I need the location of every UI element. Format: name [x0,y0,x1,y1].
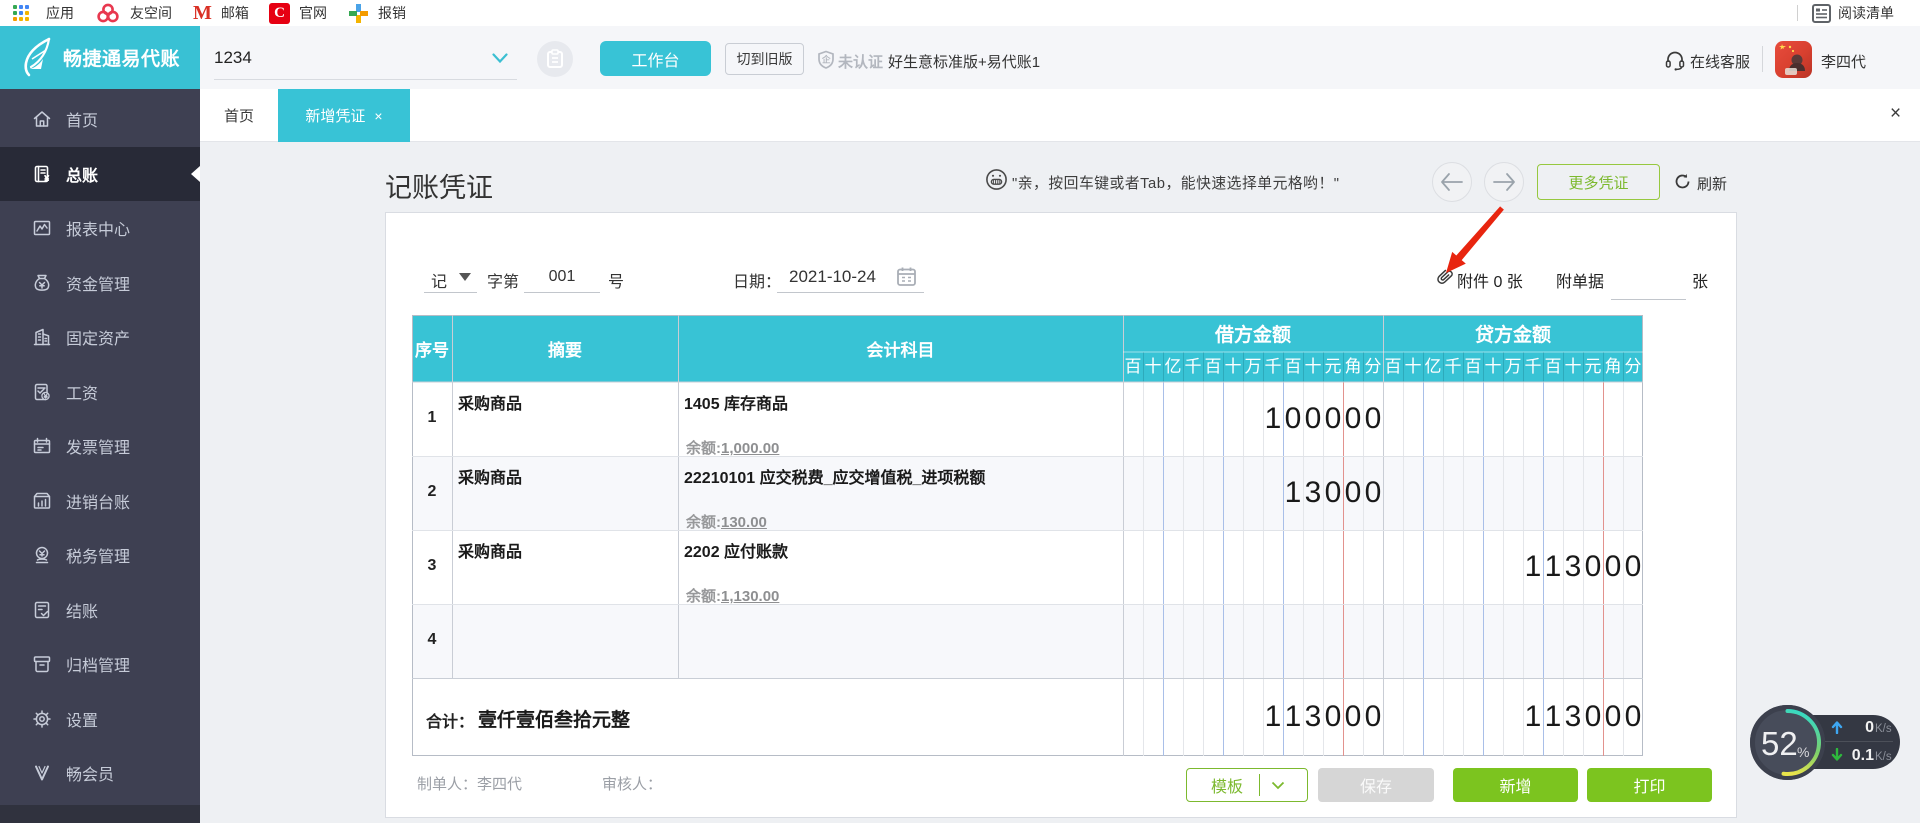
svg-text:企: 企 [821,55,831,65]
svg-text:52: 52 [1761,725,1798,762]
svg-text:¥: ¥ [45,174,50,183]
svg-text:%: % [1797,744,1809,760]
svg-text:¥: ¥ [44,393,48,400]
